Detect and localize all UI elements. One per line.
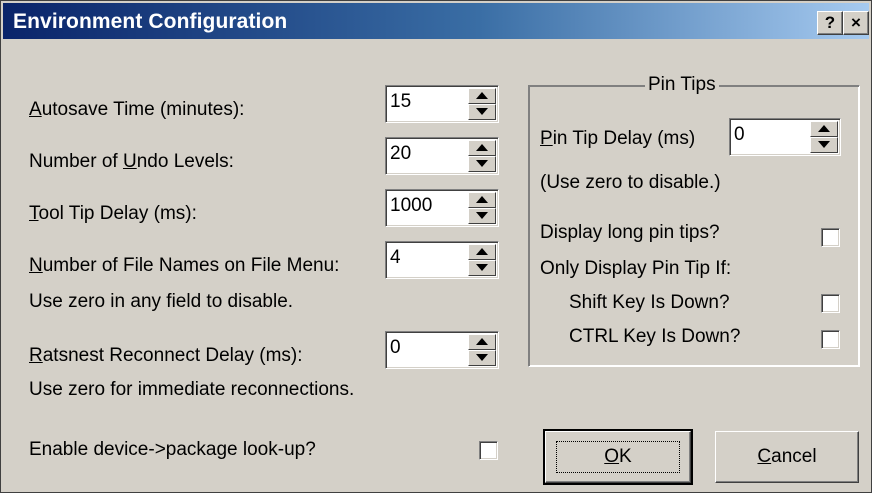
cancel-button[interactable]: Cancel bbox=[715, 431, 859, 483]
dialog-title: Environment Configuration bbox=[13, 10, 288, 33]
ratsnest-delay-value[interactable]: 0 bbox=[390, 337, 401, 359]
pin-tip-delay-value[interactable]: 0 bbox=[734, 124, 745, 146]
close-button[interactable]: × bbox=[843, 11, 869, 35]
file-names-label: Number of File Names on File Menu: bbox=[29, 255, 340, 276]
pin-tip-delay-spinner[interactable]: 0 bbox=[729, 118, 841, 156]
spin-down-arrow-icon[interactable] bbox=[468, 260, 496, 276]
device-lookup-label: Enable device->package look-up? bbox=[29, 439, 316, 460]
spin-down-arrow-icon[interactable] bbox=[810, 137, 838, 153]
tool-tip-delay-label: Tool Tip Delay (ms): bbox=[29, 203, 197, 224]
focus-rect bbox=[556, 441, 680, 473]
zero-immediate-note: Use zero for immediate reconnections. bbox=[29, 379, 355, 400]
pin-tips-group: Pin Tips Pin Tip Delay (ms) 0 (Use zero … bbox=[528, 74, 860, 367]
shift-key-label: Shift Key Is Down? bbox=[569, 292, 730, 313]
spin-up-arrow-icon[interactable] bbox=[468, 334, 496, 350]
ratsnest-delay-spinner[interactable]: 0 bbox=[385, 331, 499, 369]
long-pin-tips-checkbox[interactable] bbox=[821, 228, 840, 247]
spin-up-arrow-icon[interactable] bbox=[468, 244, 496, 260]
ctrl-key-checkbox[interactable] bbox=[821, 330, 840, 349]
shift-key-checkbox[interactable] bbox=[821, 294, 840, 313]
ctrl-key-label: CTRL Key Is Down? bbox=[569, 326, 741, 347]
file-names-spinner[interactable]: 4 bbox=[385, 241, 499, 279]
undo-levels-label: Number of Undo Levels: bbox=[29, 151, 234, 172]
undo-levels-spinner[interactable]: 20 bbox=[385, 137, 499, 175]
long-pin-tips-label: Display long pin tips? bbox=[540, 222, 720, 243]
autosave-time-label: Autosave Time (minutes): bbox=[29, 99, 245, 120]
environment-configuration-dialog: Environment Configuration ? × Autosave T… bbox=[0, 0, 872, 493]
tool-tip-delay-spinner[interactable]: 1000 bbox=[385, 189, 499, 227]
undo-levels-value[interactable]: 20 bbox=[390, 143, 411, 165]
pin-tip-delay-label: Pin Tip Delay (ms) bbox=[540, 128, 696, 149]
pin-tips-legend: Pin Tips bbox=[645, 74, 719, 96]
file-names-value[interactable]: 4 bbox=[390, 247, 401, 269]
pin-tip-zero-note: (Use zero to disable.) bbox=[540, 172, 721, 193]
spin-up-arrow-icon[interactable] bbox=[468, 140, 496, 156]
tool-tip-delay-value[interactable]: 1000 bbox=[390, 195, 432, 217]
autosave-time-value[interactable]: 15 bbox=[390, 91, 411, 113]
only-display-if-label: Only Display Pin Tip If: bbox=[540, 258, 732, 279]
spin-down-arrow-icon[interactable] bbox=[468, 104, 496, 120]
spin-down-arrow-icon[interactable] bbox=[468, 156, 496, 172]
zero-disable-note: Use zero in any field to disable. bbox=[29, 291, 294, 312]
autosave-time-spinner[interactable]: 15 bbox=[385, 85, 499, 123]
ok-button[interactable]: OK bbox=[543, 429, 693, 485]
spin-up-arrow-icon[interactable] bbox=[468, 192, 496, 208]
spin-down-arrow-icon[interactable] bbox=[468, 208, 496, 224]
title-bar[interactable]: Environment Configuration ? × bbox=[3, 3, 869, 39]
spin-down-arrow-icon[interactable] bbox=[468, 350, 496, 366]
spin-up-arrow-icon[interactable] bbox=[810, 121, 838, 137]
device-lookup-checkbox[interactable] bbox=[479, 441, 498, 460]
help-button[interactable]: ? bbox=[817, 11, 843, 35]
spin-up-arrow-icon[interactable] bbox=[468, 88, 496, 104]
ratsnest-delay-label: Ratsnest Reconnect Delay (ms): bbox=[29, 345, 303, 366]
